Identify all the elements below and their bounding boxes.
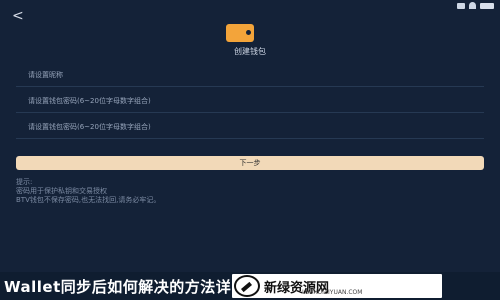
password-field[interactable]: 请设置钱包密码(6~20位字母数字组合) — [16, 92, 484, 113]
tip-block: 提示: 密码用于保护私钥和交易授权 BTV钱包不保存密码,也无法找回,请务必牢记… — [16, 178, 160, 205]
wallet-icon — [226, 24, 254, 42]
nickname-placeholder: 请设置昵称 — [28, 71, 63, 79]
tip-title: 提示: — [16, 178, 33, 186]
signal-icon — [457, 2, 465, 9]
footer-banner: Wallet同步后如何解决的方法详 新绿资源网 LUSHUIZIYUAN.COM — [0, 272, 500, 300]
footer-banner-text: Wallet同步后如何解决的方法详 — [4, 278, 232, 296]
tip-line: 密码用于保护私钥和交易授权 — [16, 187, 107, 195]
tip-line: BTV钱包不保存密码,也无法找回,请务必牢记。 — [16, 196, 161, 204]
confirm-password-placeholder: 请设置钱包密码(6~20位字母数字组合) — [28, 123, 151, 131]
confirm-password-field[interactable]: 请设置钱包密码(6~20位字母数字组合) — [16, 118, 484, 139]
watermark-logo: 新绿资源网 LUSHUIZIYUAN.COM — [232, 274, 442, 298]
page-title: 创建钱包 — [234, 47, 266, 56]
next-button[interactable]: 下一步 — [16, 156, 484, 170]
nickname-field[interactable]: 请设置昵称 — [16, 66, 484, 87]
battery-icon — [480, 2, 494, 9]
password-placeholder: 请设置钱包密码(6~20位字母数字组合) — [28, 97, 151, 105]
back-button[interactable]: < — [12, 8, 24, 24]
status-icons — [457, 2, 494, 9]
status-bar — [0, 0, 500, 14]
logo-mark-icon — [234, 275, 260, 297]
wifi-icon — [469, 2, 476, 9]
logo-subtext: LUSHUIZIYUAN.COM — [302, 289, 363, 296]
